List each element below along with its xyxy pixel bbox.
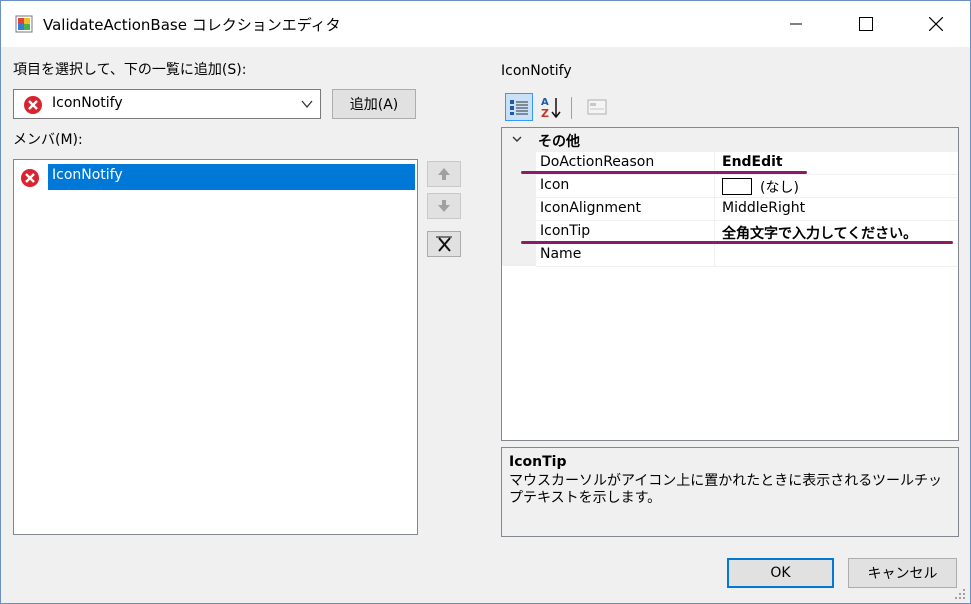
property-value[interactable]: EndEdit (722, 154, 783, 170)
members-label: メンバ(M): (13, 132, 83, 148)
resize-grip-icon[interactable] (953, 587, 967, 601)
column-divider (714, 244, 715, 267)
category-label: その他 (538, 134, 580, 150)
select-item-label: 項目を選択して、下の一覧に追加(S): (13, 62, 247, 78)
delete-button[interactable] (427, 231, 461, 257)
collection-editor-window: ValidateActionBase コレクションエディタ 項目を選択して、下の… (0, 0, 971, 604)
property-name: IconTip (540, 223, 591, 239)
app-icon (15, 15, 33, 33)
error-icon (23, 95, 43, 119)
list-item-label: IconNotify (48, 164, 415, 190)
svg-text:Z: Z (541, 107, 549, 119)
property-pages-icon (587, 99, 607, 115)
down-arrow-icon (438, 200, 450, 212)
property-value[interactable]: MiddleRight (722, 200, 805, 216)
property-row-name[interactable]: Name (536, 244, 958, 267)
toolbar-separator (571, 97, 572, 119)
up-arrow-icon (438, 168, 450, 180)
close-icon (929, 17, 943, 31)
highlight-underline (521, 171, 807, 174)
property-row-iconalignment[interactable]: IconAlignment MiddleRight (536, 198, 958, 221)
description-text: マウスカーソルがアイコン上に置かれたときに表示されるツールチップテキストを示しま… (509, 473, 943, 506)
image-preview-icon (722, 178, 752, 195)
cancel-button[interactable]: キャンセル (848, 558, 957, 588)
column-divider (714, 175, 715, 198)
property-name: Icon (540, 177, 570, 193)
property-pages-button[interactable] (583, 93, 611, 121)
ok-button[interactable]: OK (727, 558, 834, 588)
combo-value: IconNotify (52, 95, 123, 111)
property-grid-toolbar: A Z (501, 93, 641, 121)
highlight-underline (521, 241, 953, 244)
minimize-icon (790, 23, 802, 25)
delete-x-icon (436, 236, 452, 252)
property-value: (なし) (760, 180, 799, 196)
error-icon (20, 168, 40, 192)
sort-alpha-icon: A Z (541, 97, 561, 119)
category-row[interactable]: その他 (502, 128, 958, 152)
maximize-icon (859, 17, 873, 31)
minimize-button[interactable] (773, 1, 819, 47)
collapse-icon[interactable] (510, 132, 524, 150)
property-name: DoActionReason (540, 154, 655, 170)
chevron-down-icon[interactable] (300, 97, 314, 115)
alphabetical-button[interactable]: A Z (537, 93, 565, 121)
categorized-icon (510, 100, 528, 115)
move-up-button[interactable] (427, 161, 461, 187)
list-item[interactable]: IconNotify (18, 164, 415, 190)
property-row-icon[interactable]: Icon (なし) (536, 175, 958, 198)
description-pane: IconTip マウスカーソルがアイコン上に置かれたときに表示されるツールチップ… (501, 447, 959, 537)
window-title: ValidateActionBase コレクションエディタ (43, 16, 341, 34)
description-title: IconTip (509, 454, 567, 470)
selected-object-name: IconNotify (501, 63, 572, 79)
categorized-button[interactable] (505, 93, 533, 121)
property-name: IconAlignment (540, 200, 641, 216)
maximize-button[interactable] (843, 1, 889, 47)
property-value-icon[interactable]: (なし) (722, 177, 799, 197)
add-button[interactable]: 追加(A) (332, 89, 416, 119)
members-listbox[interactable]: IconNotify (13, 159, 418, 535)
property-grid[interactable]: その他 DoActionReason EndEdit Icon (なし) Ico… (501, 127, 959, 441)
move-down-button[interactable] (427, 193, 461, 219)
property-value[interactable]: 全角文字で入力してください。 (722, 223, 917, 243)
title-bar[interactable]: ValidateActionBase コレクションエディタ (1, 1, 970, 47)
grid-margin (502, 152, 536, 266)
property-name: Name (540, 246, 582, 262)
column-divider (714, 198, 715, 221)
item-type-combobox[interactable]: IconNotify (13, 89, 321, 119)
close-button[interactable] (913, 1, 959, 47)
